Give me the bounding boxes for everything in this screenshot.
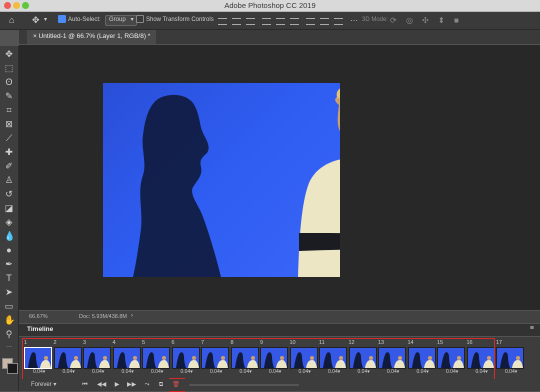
quick-selection-tool-icon[interactable]: ✎: [4, 91, 14, 101]
timeline-title: Timeline: [27, 326, 54, 333]
frames-highlight-box: [22, 338, 495, 380]
delete-frame-icon[interactable]: 🗑: [172, 381, 180, 389]
align-top-icon[interactable]: [218, 18, 227, 25]
roll-3d-icon[interactable]: ◎: [406, 15, 413, 26]
more-tools-icon[interactable]: ···: [4, 342, 14, 352]
slide-3d-icon[interactable]: ⬍: [438, 15, 445, 26]
healing-brush-tool-icon[interactable]: ✚: [4, 147, 14, 157]
auto-select-label: Auto-Select:: [68, 17, 101, 23]
background-color-swatch[interactable]: [7, 363, 18, 374]
duplicate-frame-icon[interactable]: ⧉: [157, 381, 165, 389]
timeline-controls: Forever ▾ ⏮ ◀◀ ▶ ▶▶ ⤳ ⧉ 🗑: [19, 379, 540, 391]
first-frame-icon[interactable]: ⏮: [81, 381, 89, 389]
scale-3d-icon[interactable]: ■: [454, 15, 459, 26]
frame-thumbnail: [496, 347, 524, 369]
frame-tool-icon[interactable]: ⊠: [4, 119, 14, 129]
document-size: Doc: 5.93M/438.8M: [79, 314, 127, 320]
align-horizontal-centers-icon[interactable]: [276, 18, 285, 25]
status-bar: 66.67% Doc: 5.93M/438.8M ›: [19, 311, 540, 323]
zoom-tool-icon[interactable]: ⚲: [4, 329, 14, 339]
frame-delay-value: 0.04: [505, 369, 515, 375]
panel-menu-icon[interactable]: ≡: [530, 325, 534, 332]
history-brush-tool-icon[interactable]: ↺: [4, 189, 14, 199]
canvas-image[interactable]: [103, 83, 340, 277]
type-tool-icon[interactable]: T: [4, 273, 14, 283]
next-frame-icon[interactable]: ▶▶: [127, 381, 136, 389]
checkbox-unchecked-icon: [136, 15, 144, 24]
chevron-down-icon[interactable]: ▾: [44, 15, 47, 26]
align-left-icon[interactable]: [262, 18, 271, 25]
eyedropper-tool-icon[interactable]: ⟋: [4, 133, 14, 143]
auto-select-checkbox[interactable]: Auto-Select:: [58, 15, 101, 26]
checkbox-checked-icon: [58, 15, 66, 24]
home-icon[interactable]: ⌂: [9, 15, 14, 26]
show-transform-label: Show Transform Controls: [146, 17, 214, 23]
distribute-center-icon[interactable]: [320, 18, 329, 25]
3d-mode-label: 3D Mode:: [362, 17, 389, 23]
shape-tool-icon[interactable]: ▭: [4, 301, 14, 311]
frame-delay[interactable]: 0.04▾: [505, 369, 517, 375]
distribute-top-icon[interactable]: [306, 18, 315, 25]
blur-tool-icon[interactable]: 💧: [4, 231, 15, 241]
show-transform-checkbox[interactable]: Show Transform Controls: [136, 15, 214, 26]
brush-tool-icon[interactable]: ✐: [4, 161, 14, 171]
auto-select-mode-dropdown[interactable]: Group: [105, 15, 137, 26]
window-title: Adobe Photoshop CC 2019: [224, 1, 316, 10]
distribute-bottom-icon[interactable]: [334, 18, 343, 25]
timeline-panel-header: Timeline ≡: [19, 324, 540, 336]
status-info-chevron-icon[interactable]: ›: [131, 313, 133, 319]
thumbnail-image: [497, 348, 523, 368]
previous-frame-icon[interactable]: ◀◀: [97, 381, 106, 389]
options-bar: ⌂ ✥ ▾ Auto-Select: Group Show Transform …: [0, 12, 540, 30]
document-tab-bar: × Untitled-1 @ 66.7% (Layer 1, RGB/8) *: [19, 30, 540, 44]
pen-tool-icon[interactable]: ✒: [4, 259, 14, 269]
more-options-icon[interactable]: ···: [350, 15, 358, 26]
orbit-3d-icon[interactable]: ⟳: [390, 15, 397, 26]
timeline-frame[interactable]: 17 0.04▾: [495, 340, 524, 378]
align-right-icon[interactable]: [290, 18, 299, 25]
pan-3d-icon[interactable]: ✣: [422, 15, 429, 26]
paint-bucket-tool-icon[interactable]: ◈: [4, 217, 14, 227]
path-selection-tool-icon[interactable]: ➤: [4, 287, 14, 297]
dodge-tool-icon[interactable]: ●: [4, 245, 14, 255]
document-tab-title: Untitled-1 @ 66.7% (Layer 1, RGB/8) *: [38, 33, 151, 40]
person-figure: [298, 88, 340, 277]
move-tool-icon[interactable]: ✥: [32, 15, 40, 26]
frame-number: 17: [496, 340, 503, 346]
align-bottom-icon[interactable]: [246, 18, 255, 25]
zoom-level[interactable]: 66.67%: [29, 314, 48, 320]
tools-panel: ✥ ⬚ ʘ ✎ ⌗ ⊠ ⟋ ✚ ✐ ♙ ↺ ◪ ◈ 💧 ● ✒ T ➤ ▭ ✋ …: [0, 46, 19, 391]
timeline-scrollbar[interactable]: [189, 384, 299, 386]
play-icon[interactable]: ▶: [113, 381, 121, 389]
tween-icon[interactable]: ⤳: [143, 381, 151, 389]
clone-stamp-tool-icon[interactable]: ♙: [4, 175, 14, 185]
lasso-tool-icon[interactable]: ʘ: [4, 77, 14, 87]
hand-tool-icon[interactable]: ✋: [4, 315, 15, 325]
crop-tool-icon[interactable]: ⌗: [4, 105, 14, 115]
document-tab[interactable]: × Untitled-1 @ 66.7% (Layer 1, RGB/8) *: [27, 30, 157, 44]
loop-option-value: Forever: [31, 382, 52, 388]
window-title-bar: Adobe Photoshop CC 2019: [0, 0, 540, 12]
eraser-tool-icon[interactable]: ◪: [4, 203, 14, 213]
align-vertical-centers-icon[interactable]: [232, 18, 241, 25]
move-tool-icon[interactable]: ✥: [4, 49, 14, 59]
close-tab-icon[interactable]: ×: [33, 33, 37, 40]
marquee-tool-icon[interactable]: ⬚: [4, 63, 14, 73]
loop-options-dropdown[interactable]: Forever ▾: [31, 381, 56, 388]
